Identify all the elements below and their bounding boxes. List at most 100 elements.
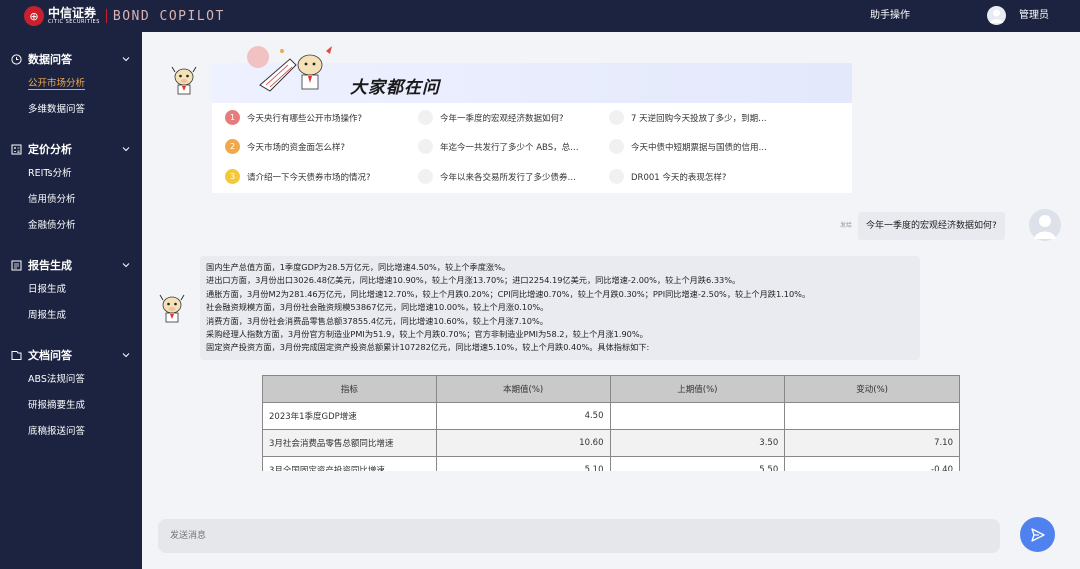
answer-line: 消费方面，3月份社会消费品零售总额37855.4亿元，同比增速10.60%，较上… bbox=[206, 315, 548, 326]
question-text: 请介绍一下今天债券市场的情况? bbox=[247, 172, 371, 183]
sidebar-item-research-summary[interactable]: 研报摘要生成 bbox=[0, 393, 142, 419]
question-text: 7 天逆回购今天投放了多少，到期… bbox=[631, 113, 767, 124]
question-number: 2 bbox=[225, 139, 240, 154]
chevron-down-icon bbox=[122, 57, 130, 62]
question-text: 年迄今一共发行了多少个 ABS，总… bbox=[440, 142, 579, 153]
question-text: 今年以来各交易所发行了多少债券… bbox=[440, 172, 577, 183]
sidebar-item-credit-bond[interactable]: 信用债分析 bbox=[0, 187, 142, 213]
mascot-illustration-icon bbox=[247, 46, 332, 92]
brand-sub: CITIC SECURITIES bbox=[48, 19, 100, 25]
nav-head-report[interactable]: 报告生成 bbox=[0, 253, 142, 277]
sidebar-item-public-market[interactable]: 公开市场分析 bbox=[0, 71, 142, 97]
question-item[interactable]: 1 今天央行有哪些公开市场操作? bbox=[225, 110, 362, 125]
chevron-down-icon bbox=[122, 147, 130, 152]
question-text: 今年一季度的宏观经济数据如何? bbox=[440, 113, 564, 124]
table-row: 2023年1季度GDP增速 4.50 bbox=[262, 402, 960, 430]
question-item[interactable]: 6 今年以来各交易所发行了多少债券… bbox=[418, 169, 576, 184]
brand-divider bbox=[105, 9, 107, 23]
chevron-down-icon bbox=[122, 263, 130, 268]
question-number: 9 bbox=[609, 169, 624, 184]
message-sender-label: 发给 bbox=[840, 222, 853, 229]
citic-logo-icon: ⊕ bbox=[24, 6, 44, 26]
question-text: 今天中债中短期票据与国债的信用… bbox=[631, 142, 768, 153]
sidebar-item-reits[interactable]: REITs分析 bbox=[0, 161, 142, 187]
question-item[interactable]: 4 今年一季度的宏观经济数据如何? bbox=[418, 110, 564, 125]
sidebar-item-label: ABS法规问答 bbox=[28, 374, 85, 385]
table-cell: 5.10 bbox=[435, 456, 611, 471]
sidebar-item-abs-qa[interactable]: ABS法规问答 bbox=[0, 367, 142, 393]
sidebar-item-label: 公开市场分析 bbox=[28, 78, 86, 90]
table-cell: 2023年1季度GDP增速 bbox=[262, 402, 437, 430]
question-item[interactable]: 5 年迄今一共发行了多少个 ABS，总… bbox=[418, 139, 579, 154]
list-icon bbox=[10, 259, 22, 271]
sidebar-item-daily-report[interactable]: 日报生成 bbox=[0, 277, 142, 303]
nav-head-label: 定价分析 bbox=[28, 143, 72, 156]
question-item[interactable]: 7 7 天逆回购今天投放了多少，到期… bbox=[609, 110, 767, 125]
table-row: 3月全国固定资产投资同比增速 5.10 5.50 -0.40 bbox=[262, 456, 960, 471]
question-text: 今天市场的资金面怎么样? bbox=[247, 142, 346, 153]
table-cell: -0.40 bbox=[784, 456, 960, 471]
nav-head-label: 文档问答 bbox=[28, 349, 72, 362]
question-item[interactable]: 8 今天中债中短期票据与国债的信用… bbox=[609, 139, 767, 154]
bot-avatar-icon bbox=[157, 292, 187, 324]
top-bar: ⊕ 中信证券 CITIC SECURITIES BOND COPILOT 助手操… bbox=[0, 0, 1080, 32]
user-avatar[interactable] bbox=[987, 6, 1006, 25]
sidebar-item-label: 金融债分析 bbox=[28, 220, 76, 231]
question-number: 3 bbox=[225, 169, 240, 184]
product-name: BOND COPILOT bbox=[112, 8, 225, 24]
sidebar-item-financial-bond[interactable]: 金融债分析 bbox=[0, 213, 142, 239]
nav-head-pricing[interactable]: 定价分析 bbox=[0, 137, 142, 161]
answer-line: 进出口方面，3月份出口3026.48亿美元，同比增速10.90%，较上个月涨13… bbox=[206, 275, 741, 286]
question-item[interactable]: 9 DR001 今天的表现怎样? bbox=[609, 169, 726, 184]
sidebar: 数据问答 公开市场分析 多维数据问答 定价分析 REITs分析 信用债分析 金融… bbox=[0, 32, 142, 569]
popular-questions-card: 大家都在问 1 今天央行有哪些公开市场操作? 2 今天市场的资金面怎么样? 3 … bbox=[212, 46, 852, 193]
question-number: 7 bbox=[609, 110, 624, 125]
send-icon bbox=[1030, 527, 1045, 542]
answer-line: 固定资产投资方面，3月份完成固定资产投资总额累计107282亿元，同比增速5.1… bbox=[206, 342, 650, 353]
question-item[interactable]: 3 请介绍一下今天债券市场的情况? bbox=[225, 169, 371, 184]
answer-line: 社会融资规模方面，3月份社会融资规模53867亿元，同比增速10.00%，较上个… bbox=[206, 302, 549, 313]
question-item[interactable]: 2 今天市场的资金面怎么样? bbox=[225, 139, 345, 154]
sidebar-item-label: 周报生成 bbox=[28, 310, 67, 321]
question-number: 1 bbox=[225, 110, 240, 125]
column-header: 指标 bbox=[262, 375, 437, 403]
user-message-bubble: 今年一季度的宏观经济数据如何? bbox=[858, 212, 1005, 240]
table-cell bbox=[609, 402, 786, 430]
table-row: 3月社会消费品零售总额同比增速 10.60 3.50 7.10 bbox=[262, 429, 960, 457]
sidebar-item-label: REITs分析 bbox=[28, 168, 72, 179]
brand-logo[interactable]: ⊕ 中信证券 CITIC SECURITIES BOND COPILOT bbox=[0, 0, 225, 32]
sidebar-item-draft-submission[interactable]: 底稿报送问答 bbox=[0, 419, 142, 445]
calculator-icon bbox=[10, 143, 22, 155]
sidebar-item-weekly-report[interactable]: 周报生成 bbox=[0, 303, 142, 329]
sidebar-item-label: 日报生成 bbox=[28, 284, 67, 295]
question-number: 4 bbox=[418, 110, 433, 125]
nav-head-doc-qa[interactable]: 文档问答 bbox=[0, 343, 142, 367]
user-message-avatar bbox=[1029, 209, 1061, 241]
sidebar-item-label: 研报摘要生成 bbox=[28, 400, 86, 411]
table-cell: 3.50 bbox=[609, 429, 786, 457]
table-cell: 5.50 bbox=[609, 456, 786, 471]
answer-line: 采购经理人指数方面，3月份官方制造业PMI为51.9，较上个月跌0.70%；官方… bbox=[206, 329, 648, 340]
table-cell: 4.50 bbox=[435, 402, 611, 430]
send-button[interactable] bbox=[1020, 517, 1055, 552]
table-cell: 7.10 bbox=[784, 429, 960, 457]
column-header: 上期值(%) bbox=[609, 375, 786, 403]
nav-head-label: 数据问答 bbox=[28, 53, 72, 66]
sidebar-item-label: 多维数据问答 bbox=[28, 104, 86, 115]
question-number: 8 bbox=[609, 139, 624, 154]
sidebar-item-multi-data[interactable]: 多维数据问答 bbox=[0, 97, 142, 123]
table-cell bbox=[784, 402, 960, 430]
sidebar-item-label: 信用债分析 bbox=[28, 194, 76, 205]
table-cell: 10.60 bbox=[435, 429, 611, 457]
assistant-actions-link[interactable]: 助手操作 bbox=[870, 0, 910, 32]
column-header: 本期值(%) bbox=[435, 375, 611, 403]
user-name[interactable]: 管理员 bbox=[1019, 0, 1049, 32]
sidebar-item-label: 底稿报送问答 bbox=[28, 426, 86, 437]
question-number: 6 bbox=[418, 169, 433, 184]
message-input[interactable] bbox=[170, 527, 970, 545]
popular-questions-title: 大家都在问 bbox=[350, 78, 440, 98]
column-header: 变动(%) bbox=[784, 375, 960, 403]
table-cell: 3月全国固定资产投资同比增速 bbox=[262, 456, 437, 471]
brand-name: 中信证券 bbox=[48, 6, 97, 20]
nav-head-data-qa[interactable]: 数据问答 bbox=[0, 47, 142, 71]
